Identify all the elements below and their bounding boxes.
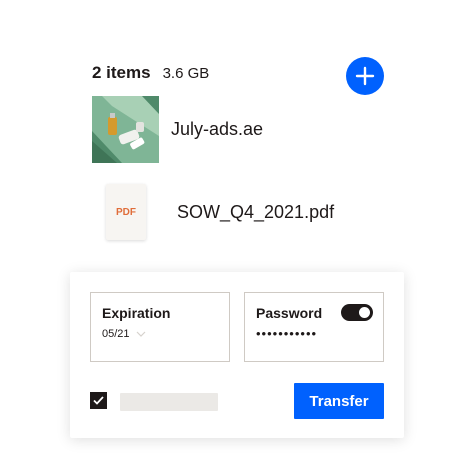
transfer-button[interactable]: Transfer [294, 383, 384, 419]
password-field[interactable]: Password ••••••••••• [244, 292, 384, 362]
transfer-settings-card: Expiration 05/21 Password ••••••••••• Tr… [70, 272, 404, 438]
transfer-summary: 2 items 3.6 GB [92, 63, 209, 83]
toggle-knob [359, 307, 370, 318]
password-label: Password [256, 305, 323, 321]
password-toggle[interactable] [341, 304, 373, 321]
expiration-label: Expiration [102, 305, 171, 321]
file-name: July-ads.ae [171, 119, 264, 139]
file-item[interactable]: July-ads.ae [92, 96, 263, 163]
pdf-document-icon: PDF [106, 184, 146, 240]
checkmark-icon [93, 396, 104, 405]
option-checkbox[interactable] [90, 392, 107, 409]
chevron-down-icon [136, 331, 145, 337]
add-files-button[interactable] [346, 57, 384, 95]
expiration-select[interactable]: 05/21 [102, 328, 146, 340]
password-value: ••••••••••• [256, 326, 318, 341]
file-item[interactable]: PDF SOW_Q4_2021.pdf [92, 184, 334, 240]
item-count: 2 items [92, 63, 151, 82]
checkbox-label-placeholder [120, 393, 218, 411]
file-name: SOW_Q4_2021.pdf [177, 201, 335, 222]
expiration-field[interactable]: Expiration 05/21 [90, 292, 230, 362]
expiration-value: 05/21 [102, 328, 130, 340]
pdf-label: PDF [116, 206, 136, 218]
plus-icon [355, 66, 375, 86]
image-thumbnail [92, 96, 159, 163]
total-size: 3.6 GB [162, 65, 210, 82]
